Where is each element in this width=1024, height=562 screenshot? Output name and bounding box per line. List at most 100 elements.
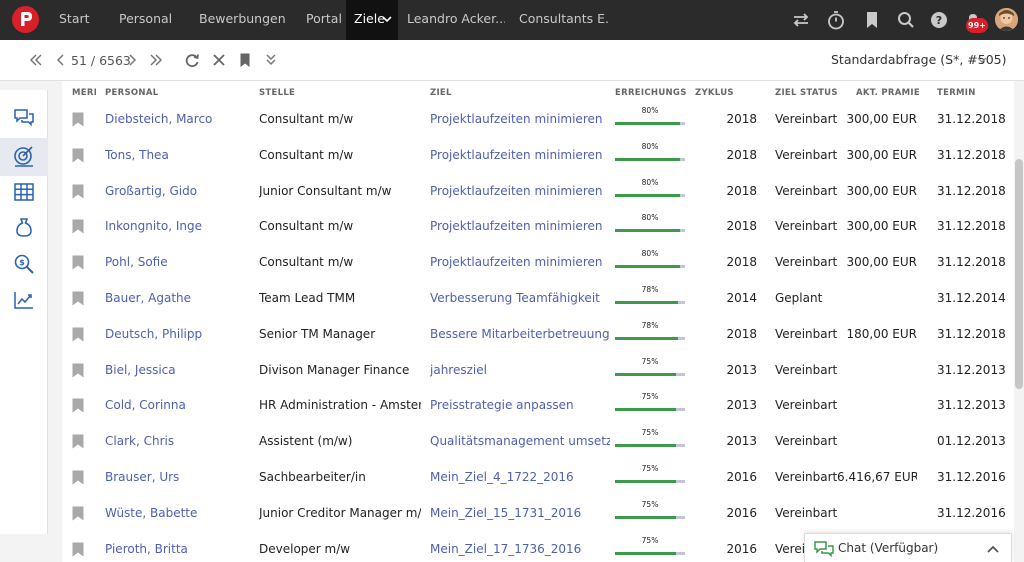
target-goals-icon[interactable]	[12, 145, 36, 169]
personal-link[interactable]: Brauser, Urs	[105, 459, 255, 495]
bookmark-icon[interactable]	[72, 219, 84, 234]
previous-page-icon[interactable]	[52, 51, 70, 69]
column-header-personal[interactable]: PERSONAL	[105, 88, 158, 98]
stopwatch-icon[interactable]	[825, 9, 847, 31]
bookmark-icon[interactable]	[236, 51, 254, 69]
table-row[interactable]: Cold, Corinna HR Administration - Amsterd…	[62, 387, 1014, 423]
table-row[interactable]: Pohl, Sofie Consultant m/w Projektlaufzeit…	[62, 244, 1014, 280]
chat-widget[interactable]: Chat (Verfügbar)	[804, 533, 1012, 562]
praemie-cell	[837, 423, 917, 459]
table-row[interactable]: Bauer, Agathe Team Lead TMM Verbesserung T…	[62, 280, 1014, 316]
nav-personal[interactable]: Personal	[119, 0, 172, 40]
column-header-zyklus[interactable]: ZYKLUS	[695, 88, 734, 98]
ziel-link[interactable]: Qualitätsmanagement umsetzen	[430, 423, 610, 459]
user-avatar[interactable]	[995, 8, 1018, 31]
table-row[interactable]: Brauser, Urs Sachbearbeiter/in Mein_Ziel_4…	[62, 459, 1014, 495]
ziel-link[interactable]: Projektlaufzeiten minimieren	[430, 244, 610, 280]
refresh-icon[interactable]	[183, 51, 201, 69]
column-header-ziel-status[interactable]: ZIEL STATUS	[775, 88, 838, 98]
bookmark-icon[interactable]	[72, 434, 84, 449]
table-row[interactable]: Deutsch, Philipp Senior TM Manager Bessere…	[62, 316, 1014, 352]
vertical-scrollbar[interactable]	[1014, 81, 1024, 562]
personal-link[interactable]: Wüste, Babette	[105, 495, 255, 531]
bookmark-icon[interactable]	[72, 291, 84, 306]
bookmark-icon[interactable]	[72, 255, 84, 270]
ziel-link[interactable]: Projektlaufzeiten minimieren	[430, 137, 610, 173]
nav-start[interactable]: Start	[59, 0, 90, 40]
ziel-link[interactable]: Projektlaufzeiten minimieren	[430, 208, 610, 244]
ziel-link[interactable]: Mein_Ziel_17_1736_2016	[430, 531, 610, 562]
nav-tab-consultants[interactable]: Consultants E...	[519, 0, 609, 40]
table-row[interactable]: Clark, Chris Assistent (m/w) Qualitätsmana…	[62, 423, 1014, 459]
table-row[interactable]: Diebsteich, Marco Consultant m/w Projektla…	[62, 101, 1014, 137]
app-logo[interactable]	[12, 6, 39, 33]
personal-link[interactable]: Pieroth, Britta	[105, 531, 255, 562]
personal-link[interactable]: Cold, Corinna	[105, 387, 255, 423]
next-page-icon[interactable]	[123, 51, 141, 69]
table-row[interactable]: Großartig, Gido Junior Consultant m/w Proj…	[62, 173, 1014, 209]
chevron-up-icon[interactable]	[987, 545, 999, 553]
trend-chart-icon[interactable]	[12, 288, 36, 312]
nav-tab-leandro[interactable]: Leandro Acker...	[407, 0, 505, 40]
personal-link[interactable]: Tons, Thea	[105, 137, 255, 173]
chat-bubbles-icon[interactable]	[12, 105, 36, 129]
personal-link[interactable]: Pohl, Sofie	[105, 244, 255, 280]
table-row[interactable]: Biel, Jessica Divison Manager Finance jahr…	[62, 352, 1014, 388]
close-icon[interactable]	[210, 51, 228, 69]
stelle-cell: Divison Manager Finance	[259, 362, 410, 377]
swap-icon[interactable]	[790, 9, 812, 31]
table-row[interactable]: Wüste, Babette Junior Creditor Manager m/…	[62, 495, 1014, 531]
bookmark-icon[interactable]	[72, 112, 84, 127]
ziel-link[interactable]: Mein_Ziel_15_1731_2016	[430, 495, 610, 531]
ziel-link[interactable]: Bessere Mitarbeiterbetreuung	[430, 316, 610, 352]
achievement-progress: 75%	[615, 352, 685, 388]
first-page-icon[interactable]	[27, 51, 45, 69]
column-header-stelle[interactable]: STELLE	[259, 88, 295, 98]
personal-link[interactable]: Großartig, Gido	[105, 173, 255, 209]
bookmark-icon[interactable]	[72, 184, 84, 199]
column-header-akt-praemie[interactable]: AKT. PRÄMIE	[856, 88, 920, 98]
grid-table-icon[interactable]	[12, 180, 36, 204]
table-row[interactable]: Inkongnito, Inge Consultant m/w Projektlau…	[62, 208, 1014, 244]
personal-link[interactable]: Biel, Jessica	[105, 352, 255, 388]
search-icon[interactable]	[895, 9, 917, 31]
bookmark-icon[interactable]	[72, 327, 84, 342]
help-icon[interactable]: ?	[928, 9, 950, 31]
progress-fill	[615, 480, 677, 483]
column-header-erreichungsgrad[interactable]: ERREICHUNGSGI	[615, 88, 687, 98]
ziel-link[interactable]: Mein_Ziel_4_1722_2016	[430, 459, 610, 495]
scrollbar-thumb[interactable]	[1015, 159, 1023, 389]
chevron-down-icon	[977, 57, 987, 63]
progress-track	[615, 265, 685, 269]
termin-cell: 31.12.2016	[937, 505, 1006, 520]
column-header-termin[interactable]: TERMIN	[937, 88, 976, 98]
personal-link[interactable]: Diebsteich, Marco	[105, 101, 255, 137]
last-page-icon[interactable]	[147, 51, 165, 69]
ziel-link[interactable]: Preisstrategie anpassen	[430, 387, 610, 423]
personal-link[interactable]: Clark, Chris	[105, 423, 255, 459]
personal-link[interactable]: Inkongnito, Inge	[105, 208, 255, 244]
bookmark-icon[interactable]	[72, 363, 84, 378]
salary-search-icon[interactable]: $	[12, 252, 36, 276]
ziel-link[interactable]: Projektlaufzeiten minimieren	[430, 173, 610, 209]
personal-link[interactable]: Bauer, Agathe	[105, 280, 255, 316]
ziel-link[interactable]: Verbesserung Teamfähigkeit	[430, 280, 610, 316]
nav-ziele[interactable]: Ziele	[346, 0, 398, 40]
table-row[interactable]: Tons, Thea Consultant m/w Projektlaufzeite…	[62, 137, 1014, 173]
ziel-link[interactable]: jahresziel	[430, 352, 610, 388]
nav-bewerbungen[interactable]: Bewerbungen	[199, 0, 286, 40]
bookmark-icon[interactable]	[861, 9, 883, 31]
ziel-link[interactable]: Projektlaufzeiten minimieren	[430, 101, 610, 137]
query-selector[interactable]: Standardabfrage (S*, #505)	[831, 52, 1006, 67]
expand-down-icon[interactable]	[262, 51, 280, 69]
bookmark-icon[interactable]	[72, 398, 84, 413]
column-header-ziel[interactable]: ZIEL	[430, 88, 452, 98]
column-header-merk[interactable]: MERK	[72, 88, 96, 98]
bookmark-icon[interactable]	[72, 542, 84, 557]
money-bag-icon[interactable]	[12, 215, 36, 239]
bookmark-icon[interactable]	[72, 506, 84, 521]
bookmark-icon[interactable]	[72, 470, 84, 485]
nav-portal[interactable]: Portal	[306, 0, 342, 40]
bookmark-icon[interactable]	[72, 148, 84, 163]
personal-link[interactable]: Deutsch, Philipp	[105, 316, 255, 352]
